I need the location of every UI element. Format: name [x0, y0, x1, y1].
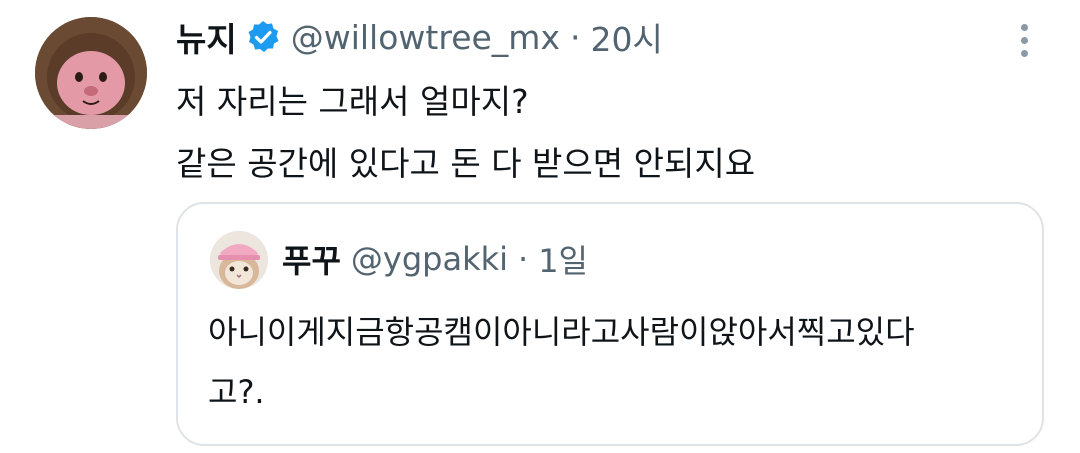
more-vertical-icon-dot [1020, 36, 1028, 44]
verified-badge-icon [245, 19, 281, 55]
tweet-text-line: 저 자리는 그래서 얼마지? [176, 82, 529, 121]
quoted-author-avatar [210, 231, 268, 289]
tweet-header: 뉴지 @willowtree_mx · 20시 [176, 12, 663, 62]
header-separator: · [569, 17, 581, 57]
author-display-name[interactable]: 뉴지 [176, 13, 237, 61]
quoted-text-line: 아니이게지금항공캠이아니라고사람이앉아서찍고있다 [208, 313, 915, 351]
more-vertical-icon-dot [1020, 23, 1028, 31]
author-handle[interactable]: @willowtree_mx [291, 18, 560, 57]
quoted-author-handle: @ygpakki [350, 240, 509, 278]
quoted-author-display-name: 푸꾸 [282, 242, 341, 280]
tweet[interactable]: 뉴지 @willowtree_mx · 20시 저 자리는 그래서 얼마지? 같… [0, 0, 1080, 453]
quoted-tweet[interactable]: 푸꾸 @ygpakki · 1일 아니이게지금항공캠이아니라고사람이앉아서찍고있… [176, 202, 1044, 446]
quoted-tweet-header: 푸꾸 @ygpakki · 1일 [282, 234, 588, 284]
more-options-button[interactable] [1004, 18, 1044, 62]
quoted-tweet-timestamp: 1일 [538, 242, 588, 280]
quoted-text-line: 고?. [208, 373, 265, 411]
tweet-text-line: 같은 공간에 있다고 돈 다 받으면 안되지요 [176, 144, 756, 183]
quoted-header-separator: · [518, 240, 529, 278]
more-vertical-icon-dot [1020, 49, 1028, 57]
author-avatar[interactable] [35, 17, 147, 129]
tweet-timestamp[interactable]: 20시 [590, 13, 662, 61]
